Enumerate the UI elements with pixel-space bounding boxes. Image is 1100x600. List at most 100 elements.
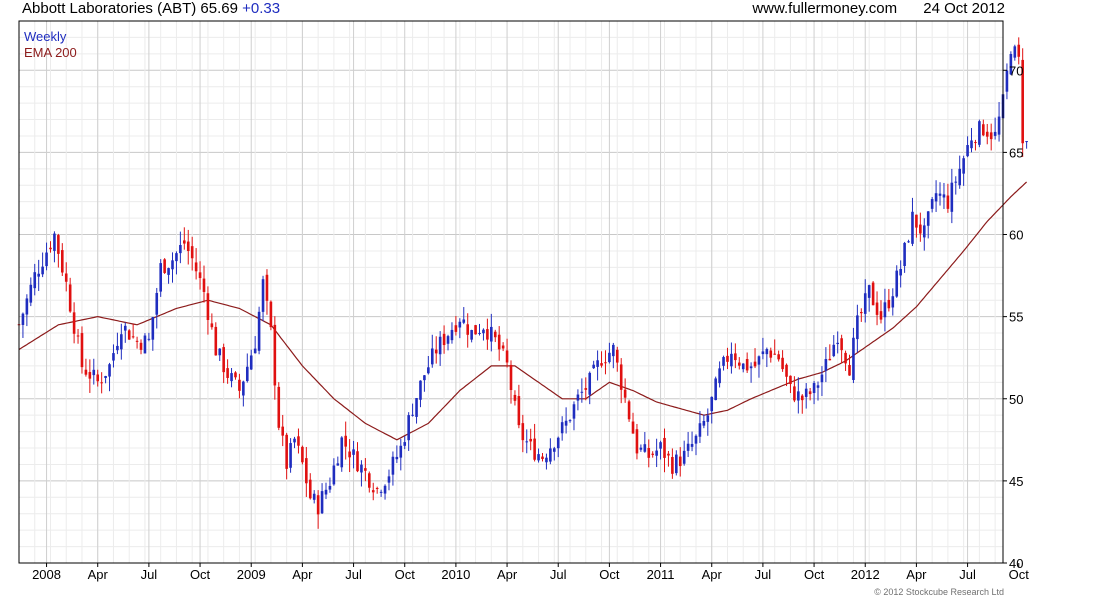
candle-body <box>356 451 359 472</box>
candle-body <box>989 132 993 140</box>
candle-body <box>915 214 918 228</box>
candle-body <box>411 414 414 416</box>
candle-body <box>25 298 29 315</box>
candle-body <box>352 449 355 455</box>
candle-body <box>395 456 399 460</box>
candle-body <box>348 451 351 458</box>
legend-ema-200: EMA 200 <box>24 45 77 60</box>
candle-body <box>930 199 934 209</box>
candle-body <box>64 273 68 282</box>
candle-body <box>974 142 977 144</box>
candle-body <box>344 435 347 447</box>
candle-body <box>368 473 371 488</box>
candle-body <box>139 342 143 350</box>
y-tick-label: 65 <box>1009 145 1023 160</box>
candle-body <box>1017 44 1021 57</box>
candle-body <box>907 241 910 243</box>
candle-body <box>151 317 155 340</box>
candle-body <box>297 436 300 446</box>
candle-body <box>419 380 422 400</box>
candle-body <box>584 388 588 390</box>
candle-body <box>978 121 981 145</box>
candle-body <box>383 485 387 494</box>
candle-body <box>722 357 725 366</box>
candle-body <box>360 464 363 473</box>
candle-body <box>690 443 694 447</box>
candle-body <box>234 372 237 378</box>
candle-body <box>131 336 135 338</box>
candle-body <box>112 353 115 361</box>
candle-body <box>332 465 336 485</box>
candle-body <box>694 435 698 444</box>
legend-weekly: Weekly <box>24 29 67 44</box>
candle-body <box>714 378 717 401</box>
candle-body <box>631 421 635 434</box>
candle-body <box>430 348 434 365</box>
candle-body <box>856 315 859 340</box>
candle-body <box>505 350 509 363</box>
x-tick-label: Jul <box>141 567 158 582</box>
candle-body <box>493 331 497 338</box>
x-tick-label: Jul <box>959 567 976 582</box>
candle-body <box>293 438 296 443</box>
candle-body <box>379 491 383 493</box>
candle-body <box>1013 46 1017 58</box>
candle-body <box>340 437 344 468</box>
x-axis: 2008 Apr Jul Oct 2009 Apr Jul Oct 2010 Apr Jul Oct 2… <box>32 563 1029 582</box>
candle-body <box>53 233 56 251</box>
candle-body <box>926 211 930 226</box>
candle-body <box>92 369 96 376</box>
x-tick-label: Oct <box>1009 567 1030 582</box>
candle-body <box>887 299 891 309</box>
candle-body <box>549 448 552 462</box>
candle-body <box>824 359 828 371</box>
candle-body <box>375 487 379 489</box>
candle-body <box>706 415 710 422</box>
candle-body <box>883 302 887 318</box>
candle-body <box>478 332 481 334</box>
candle-body <box>33 272 37 289</box>
x-tick-label: 2009 <box>237 567 266 582</box>
copyright-notice: © 2012 Stockcube Research Ltd <box>874 587 1004 597</box>
price-chart: 40455055606570 2008 Apr Jul Oct 2009 Apr Jul Oc… <box>17 20 1029 582</box>
candle-body <box>427 367 430 374</box>
candle-body <box>486 329 489 340</box>
candle-body <box>253 348 257 354</box>
candle-body <box>305 458 308 484</box>
candle-body <box>659 442 662 449</box>
candle-body <box>753 361 757 367</box>
candle-body <box>230 373 233 382</box>
candle-body <box>946 195 950 209</box>
x-tick-label: 2011 <box>647 567 675 582</box>
candle-body <box>261 279 265 312</box>
candle-body <box>143 335 147 354</box>
candle-body <box>922 225 926 238</box>
y-tick-label: 70 <box>1009 63 1023 78</box>
x-tick-label: 2010 <box>441 567 470 582</box>
candle-body <box>29 284 33 303</box>
candle-body <box>623 389 627 398</box>
candle-body <box>741 363 745 370</box>
candle-body <box>686 443 690 451</box>
candle-body <box>718 368 721 384</box>
candle-body <box>533 438 536 460</box>
candle-body <box>336 463 340 466</box>
candle-body <box>206 293 210 320</box>
candle-body <box>667 453 670 456</box>
candle-body <box>458 321 462 328</box>
candle-body <box>60 250 64 273</box>
x-tick-label: Apr <box>906 567 927 582</box>
candle-body <box>556 437 560 449</box>
candle-body <box>171 260 174 270</box>
candle-body <box>285 434 288 469</box>
candle-body <box>120 334 123 350</box>
candle-body <box>808 391 812 395</box>
candle-body <box>509 364 513 391</box>
candle-body <box>179 245 182 254</box>
candle-body <box>726 355 729 362</box>
candle-body <box>364 468 367 471</box>
candle-body <box>186 241 190 251</box>
candle-body <box>816 385 820 388</box>
candle-body <box>163 259 166 273</box>
candle-body <box>604 362 607 364</box>
